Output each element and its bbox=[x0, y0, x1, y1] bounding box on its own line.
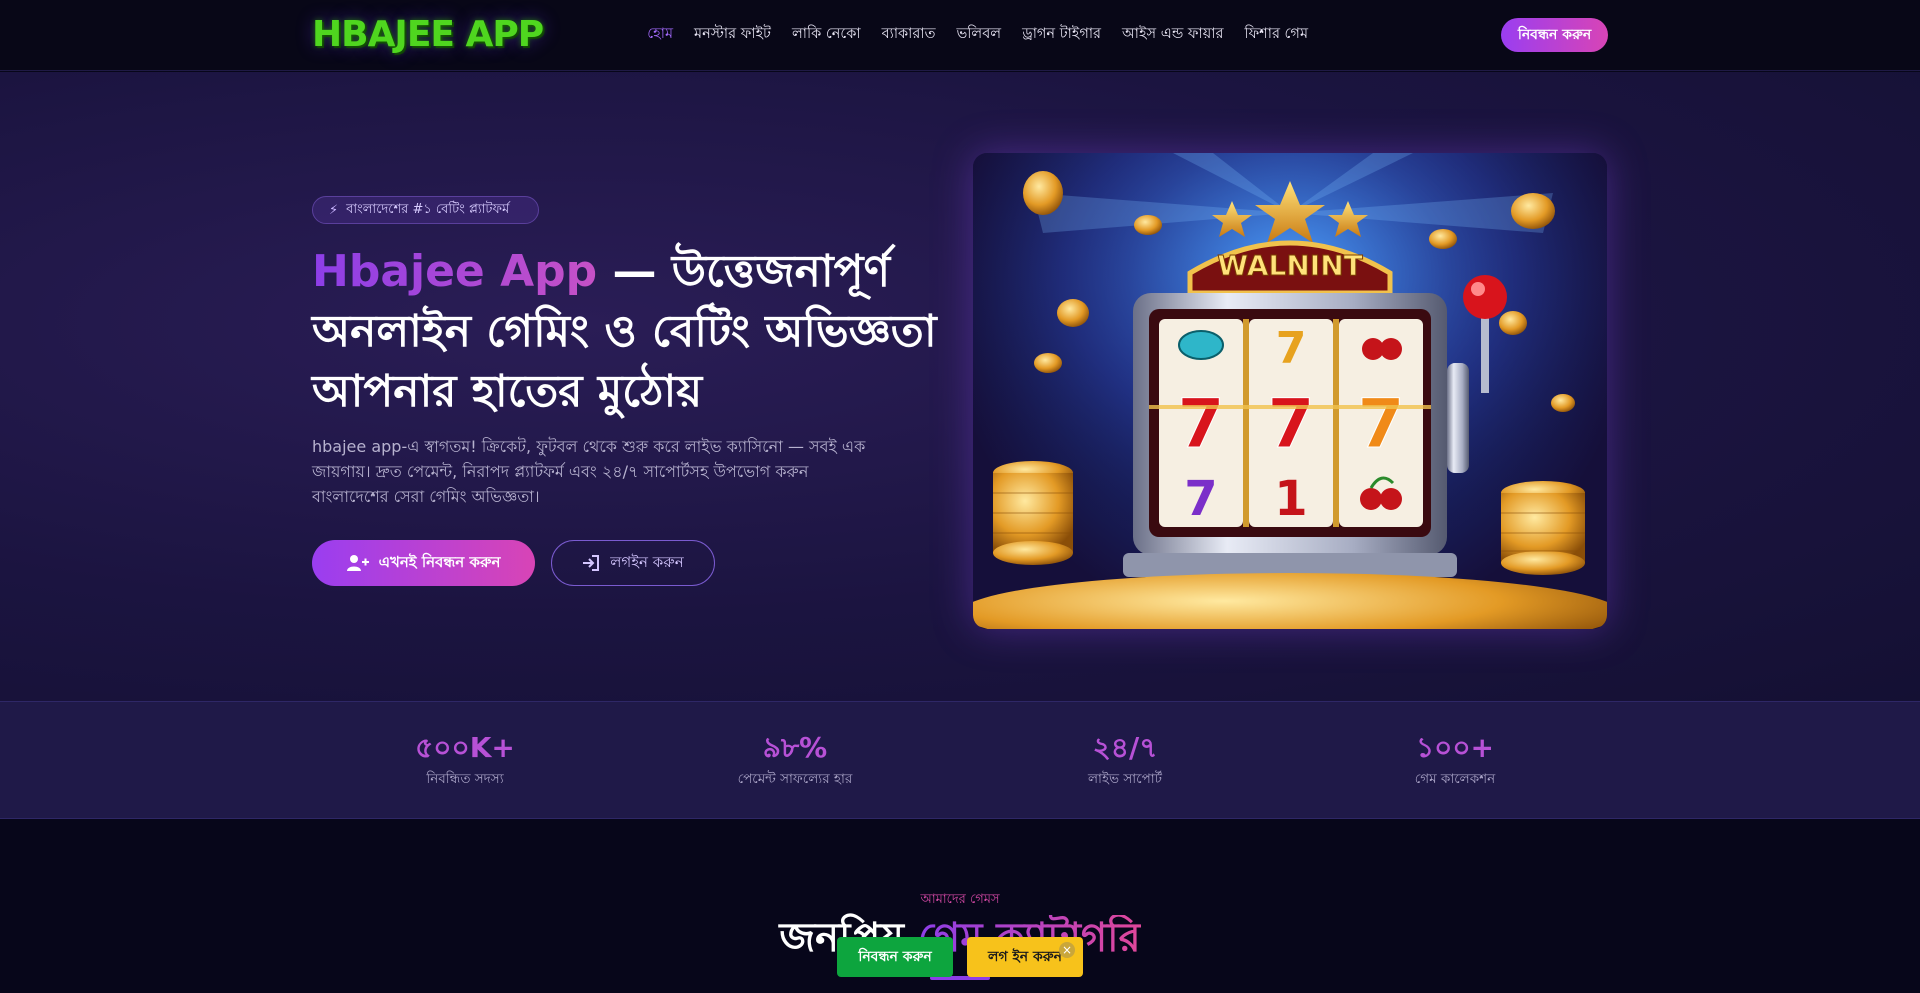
nav-link-volleyball[interactable]: ভলিবল bbox=[956, 23, 1001, 47]
reel-2-bottom: 1 bbox=[1274, 471, 1307, 527]
login-label: লগইন করুন bbox=[610, 552, 684, 571]
close-icon[interactable]: × bbox=[1059, 942, 1075, 958]
stat-value: ৯৮% bbox=[762, 731, 828, 764]
login-button[interactable]: লগইন করুন bbox=[551, 540, 715, 586]
stat-live-support: ২৪/৭ লাইভ সাপোর্ট bbox=[1005, 730, 1245, 791]
stat-payment-success: ৯৮% পেমেন্ট সাফল্যের হার bbox=[675, 730, 915, 791]
stats-bar: ৫০০K+ নিবন্ধিত সদস্য ৯৮% পেমেন্ট সাফল্যে… bbox=[0, 701, 1920, 819]
reel-2-center: 7 bbox=[1267, 385, 1314, 464]
top-navbar: HBAJEE APP হোম মনস্টার ফাইট লাকি নেকো ব্… bbox=[0, 0, 1920, 71]
reel-1-bottom: 7 bbox=[1184, 471, 1217, 527]
stat-members: ৫০০K+ নিবন্ধিত সদস্য bbox=[345, 730, 585, 791]
machine-sign-text: WALNINT bbox=[1217, 249, 1363, 282]
add-user-icon bbox=[346, 555, 369, 571]
sticky-register-button[interactable]: নিবন্ধন করুন bbox=[837, 937, 953, 977]
nav-link-fisher-game[interactable]: ফিশার গেম bbox=[1244, 23, 1308, 47]
stat-value: ২৪/৭ bbox=[1092, 731, 1158, 764]
games-section: আমাদের গেমস জনপ্রিয় গেম ক্যাটাগরি bbox=[0, 820, 1920, 993]
hero-section bbox=[0, 72, 1920, 701]
nav-link-dragon-tiger[interactable]: ড্রাগন টাইগার bbox=[1022, 23, 1101, 47]
nav-links: হোম মনস্টার ফাইট লাকি নেকো ব্যাকারাত ভলি… bbox=[626, 18, 1308, 52]
register-now-label: এখনই নিবন্ধন করুন bbox=[378, 552, 501, 571]
games-section-title: জনপ্রিয় গেম ক্যাটাগরি bbox=[0, 912, 1920, 964]
nav-link-ice-and-fire[interactable]: আইস এন্ড ফায়ার bbox=[1122, 23, 1223, 47]
hero-title-accent: Hbajee App bbox=[312, 246, 598, 297]
hero-badge-text: বাংলাদেশের #১ বেটিং প্ল্যাটফর্ম bbox=[346, 201, 510, 217]
nav-link-monster-fight[interactable]: মনস্টার ফাইট bbox=[694, 23, 771, 47]
reel-1-center: 7 bbox=[1177, 385, 1224, 464]
hero-badge: ⚡ বাংলাদেশের #১ বেটিং প্ল্যাটফর্ম bbox=[312, 196, 539, 224]
stat-game-collection: ১০০+ গেম কালেকশন bbox=[1335, 730, 1575, 791]
nav-link-lucky-neko[interactable]: লাকি নেকো bbox=[792, 23, 861, 47]
lightning-icon: ⚡ bbox=[329, 202, 339, 218]
stat-label: নিবন্ধিত সদস্য bbox=[426, 771, 504, 787]
nav-link-baccarat[interactable]: ব্যাকারাত bbox=[882, 23, 936, 47]
nav-link-home[interactable]: হোম bbox=[647, 23, 673, 47]
stat-value: ৫০০K+ bbox=[415, 731, 515, 764]
register-now-button[interactable]: এখনই নিবন্ধন করুন bbox=[312, 540, 535, 586]
stat-value: ১০০+ bbox=[1415, 731, 1495, 764]
stat-label: গেম কালেকশন bbox=[1414, 771, 1496, 787]
reel-3-center: 7 bbox=[1357, 385, 1404, 464]
nav-register-button[interactable]: নিবন্ধন করুন bbox=[1501, 18, 1608, 52]
site-logo[interactable]: HBAJEE APP bbox=[312, 12, 544, 58]
hero-title: Hbajee App — উত্তেজনাপূর্ণ অনলাইন গেমিং … bbox=[312, 242, 952, 422]
login-icon bbox=[583, 555, 600, 571]
svg-text:7: 7 bbox=[1276, 323, 1307, 374]
slot-machine-image: WALNINT 7 7 7 7 7 1 bbox=[973, 153, 1607, 629]
slot-machine-illustration: WALNINT 7 7 7 7 7 1 bbox=[973, 153, 1607, 629]
games-eyebrow: আমাদের গেমস bbox=[920, 892, 1000, 907]
stat-label: লাইভ সাপোর্ট bbox=[1087, 771, 1163, 787]
stat-label: পেমেন্ট সাফল্যের হার bbox=[737, 771, 853, 787]
hero-description: hbajee app-এ স্বাগতম! ক্রিকেট, ফুটবল থেক… bbox=[312, 437, 866, 506]
